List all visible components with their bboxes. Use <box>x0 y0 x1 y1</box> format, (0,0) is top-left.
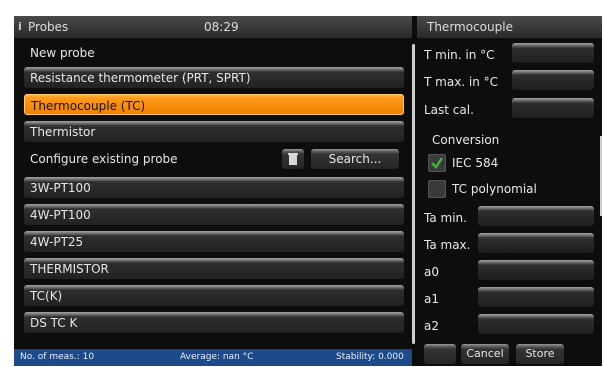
existing-probe-item[interactable]: 4W-PT25 <box>24 231 404 252</box>
store-button[interactable]: Store <box>516 344 564 364</box>
existing-probe-item[interactable]: TC(K) <box>24 285 404 306</box>
page-title: Probes <box>28 20 69 34</box>
tamin-label: Ta min. <box>424 211 467 225</box>
a0-label: a0 <box>424 265 439 279</box>
tmin-label: T min. in °C <box>424 48 495 62</box>
tamax-field[interactable] <box>478 233 594 253</box>
a2-field[interactable] <box>478 314 594 334</box>
a2-label: a2 <box>424 319 439 333</box>
lastcal-label: Last cal. <box>424 103 474 117</box>
probe-type-tc[interactable]: Thermocouple (TC) <box>24 94 404 115</box>
conversion-label: Conversion <box>432 133 500 147</box>
status-bar: No. of meas.: 10 Average: nan °C Stabili… <box>14 349 412 366</box>
existing-probe-heading: Configure existing probe <box>30 152 178 166</box>
probe-type-prt[interactable]: Resistance thermometer (PRT, SPRT) <box>24 67 404 88</box>
left-scrollbar[interactable] <box>412 44 415 344</box>
tmin-field[interactable] <box>512 43 594 63</box>
panel-title: Thermocouple <box>427 20 513 34</box>
probe-type-thermistor[interactable]: Thermistor <box>24 121 404 142</box>
existing-probe-item[interactable]: DS TC K <box>24 312 404 333</box>
tamin-field[interactable] <box>478 206 594 226</box>
poly-label: TC polynomial <box>452 182 537 196</box>
a0-field[interactable] <box>478 260 594 280</box>
poly-checkbox[interactable] <box>428 180 446 198</box>
new-probe-heading: New probe <box>30 46 95 60</box>
existing-probe-item[interactable]: THERMISTOR <box>24 258 404 279</box>
right-scrollbar[interactable] <box>600 136 602 216</box>
trash-icon <box>288 153 298 165</box>
delete-button[interactable] <box>282 149 304 169</box>
average-value: Average: nan °C <box>180 352 254 362</box>
iec-label: IEC 584 <box>452 156 499 170</box>
existing-probe-item[interactable]: 3W-PT100 <box>24 177 404 198</box>
clock: 08:29 <box>204 20 239 34</box>
search-button[interactable]: Search... <box>311 149 399 169</box>
iec-checkbox[interactable] <box>428 154 446 172</box>
stability-value: Stability: 0.000 <box>336 352 404 362</box>
info-icon[interactable]: i <box>18 21 24 33</box>
blank-button[interactable] <box>424 344 456 364</box>
existing-probe-item[interactable]: 4W-PT100 <box>24 204 404 225</box>
cancel-button[interactable]: Cancel <box>461 344 509 364</box>
probes-screen: i Probes 08:29 Thermocouple New probe Re… <box>14 16 602 366</box>
a1-label: a1 <box>424 292 439 306</box>
left-header: i Probes 08:29 <box>14 16 412 38</box>
a1-field[interactable] <box>478 287 594 307</box>
tmax-label: T max. in °C <box>424 75 499 89</box>
check-icon <box>431 157 444 169</box>
right-header: Thermocouple <box>417 16 602 38</box>
lastcal-field[interactable] <box>512 98 594 118</box>
tamax-label: Ta max. <box>424 238 471 252</box>
tmax-field[interactable] <box>512 70 594 90</box>
meas-count: No. of meas.: 10 <box>20 352 95 362</box>
